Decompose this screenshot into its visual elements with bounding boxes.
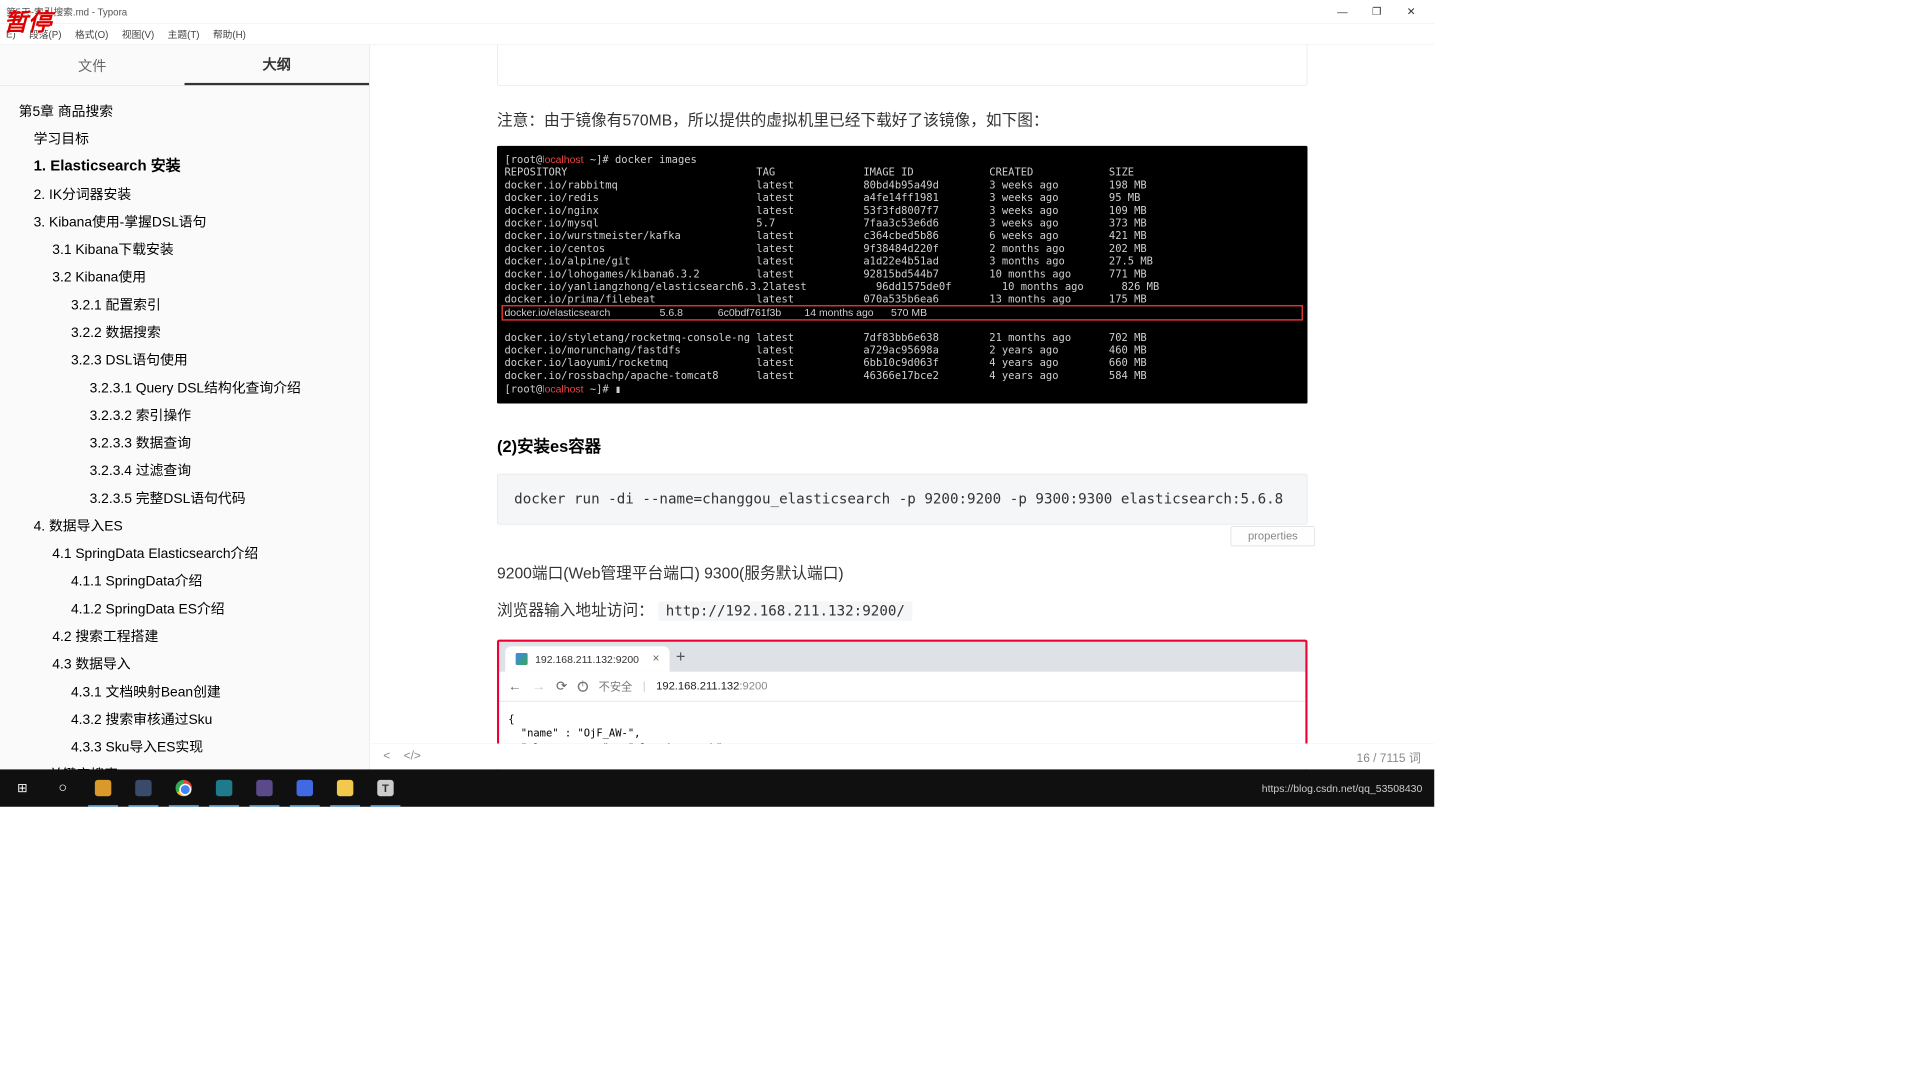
url-host: 192.168.211.132 — [656, 680, 739, 693]
browse-url: http://192.168.211.132:9200/ — [658, 601, 912, 620]
forward-icon: → — [532, 678, 545, 694]
outline-item[interactable]: 1. Elasticsearch 安装 — [19, 152, 369, 180]
code-block: docker run -di --name=changgou_elasticse… — [497, 474, 1307, 525]
back-icon[interactable]: ← — [508, 678, 521, 694]
site-info-icon[interactable] — [578, 681, 588, 691]
taskbar-typora[interactable]: T — [368, 769, 404, 806]
outline-item[interactable]: 4.1.1 SpringData介绍 — [19, 567, 369, 595]
outline-item[interactable]: 4.3 数据导入 — [19, 650, 369, 678]
outline-item[interactable]: 3.2.3.2 索引操作 — [19, 401, 369, 429]
taskbar-app[interactable] — [206, 769, 242, 806]
outline-item[interactable]: 3.2.3.3 数据查询 — [19, 429, 369, 457]
taskbar-chrome[interactable] — [166, 769, 202, 806]
outline-item[interactable]: 3. Kibana使用-掌握DSL语句 — [19, 208, 369, 236]
outline-item[interactable]: 5. 关键字搜索 — [19, 760, 369, 769]
outline-item[interactable]: 4.3.2 搜索审核通过Sku — [19, 705, 369, 733]
outline-item[interactable]: 3.1 Kibana下载安装 — [19, 235, 369, 263]
outline-item[interactable]: 3.2.3.5 完整DSL语句代码 — [19, 484, 369, 512]
outline-item[interactable]: 4.1.2 SpringData ES介绍 — [19, 595, 369, 623]
maximize-button[interactable]: ❐ — [1360, 0, 1394, 24]
outline-item[interactable]: 4.1 SpringData Elasticsearch介绍 — [19, 539, 369, 567]
start-button[interactable]: ⊞ — [4, 769, 40, 806]
menu-item[interactable]: 视图(V) — [122, 27, 154, 41]
notice-text: 注意：由于镜像有570MB，所以提供的虚拟机里已经下载好了该镜像，如下图： — [497, 108, 1307, 130]
browser-tab[interactable]: 192.168.211.132:9200 × — [505, 646, 670, 671]
tab-outline[interactable]: 大纲 — [185, 45, 370, 85]
browse-label: 浏览器输入地址访问： — [497, 602, 654, 619]
close-button[interactable]: ✕ — [1394, 0, 1428, 24]
taskbar-app[interactable] — [287, 769, 323, 806]
outline-item[interactable]: 3.2.2 数据搜索 — [19, 318, 369, 346]
outline-item[interactable]: 学习目标 — [19, 125, 369, 153]
url-port: :9200 — [739, 680, 767, 693]
outline-list: 第5章 商品搜索学习目标1. Elasticsearch 安装2. IK分词器安… — [0, 86, 369, 770]
minimize-button[interactable]: — — [1325, 0, 1359, 24]
source-mode-icon[interactable]: </> — [404, 750, 421, 763]
outline-item[interactable]: 4.3.1 文档映射Bean创建 — [19, 678, 369, 706]
outline-item[interactable]: 3.2.3 DSL语句使用 — [19, 346, 369, 374]
code-language-selector[interactable]: properties — [1231, 526, 1315, 546]
outline-item[interactable]: 3.2 Kibana使用 — [19, 263, 369, 291]
menu-item[interactable]: 主题(T) — [168, 27, 200, 41]
tab-close-icon[interactable]: × — [652, 652, 659, 665]
taskbar-app[interactable] — [125, 769, 161, 806]
reload-icon[interactable]: ⟳ — [556, 678, 567, 694]
cortana-icon[interactable]: ○ — [45, 769, 81, 806]
outline-item[interactable]: 3.2.1 配置索引 — [19, 291, 369, 319]
favicon-icon — [515, 653, 527, 665]
outline-item[interactable]: 第5章 商品搜索 — [19, 97, 369, 125]
word-count[interactable]: 16 / 7115 词 — [1357, 748, 1421, 766]
address-url[interactable]: 192.168.211.132:9200 — [656, 680, 767, 693]
pause-overlay: 暂停 — [4, 4, 52, 38]
windows-taskbar: ⊞ ○ T https://blog.csdn.net/qq_53508430 — [0, 769, 1434, 806]
toggle-sidebar-icon[interactable]: < — [383, 750, 390, 763]
outline-item[interactable]: 4.2 搜索工程搭建 — [19, 622, 369, 650]
editor-content[interactable]: 注意：由于镜像有570MB，所以提供的虚拟机里已经下载好了该镜像，如下图： [r… — [370, 45, 1434, 770]
menu-bar: E) 段落(P) 格式(O) 视图(V) 主题(T) 帮助(H) — [0, 24, 1434, 45]
browse-line: 浏览器输入地址访问： http://192.168.211.132:9200/ — [497, 598, 1307, 620]
taskbar-app[interactable] — [247, 769, 283, 806]
taskbar-app[interactable] — [85, 769, 121, 806]
outline-item[interactable]: 3.2.3.4 过滤查询 — [19, 456, 369, 484]
outline-item[interactable]: 3.2.3.1 Query DSL结构化查询介绍 — [19, 374, 369, 402]
watermark: https://blog.csdn.net/qq_53508430 — [1262, 782, 1422, 794]
taskbar-folder[interactable] — [327, 769, 363, 806]
unsafe-label: 不安全 — [598, 678, 632, 694]
sidebar: 文件 大纲 第5章 商品搜索学习目标1. Elasticsearch 安装2. … — [0, 45, 370, 770]
outline-item[interactable]: 4.3.3 Sku导入ES实现 — [19, 733, 369, 761]
outline-item[interactable]: 2. IK分词器安装 — [19, 180, 369, 208]
title-bar: 第5天-索引搜索.md - Typora — ❐ ✕ — [0, 0, 1434, 24]
code-block-top — [497, 45, 1307, 86]
status-bar: < </> 16 / 7115 词 — [370, 743, 1434, 769]
menu-item[interactable]: 格式(O) — [75, 27, 108, 41]
section-heading: (2)安装es容器 — [497, 433, 1307, 457]
new-tab-button[interactable]: + — [676, 647, 686, 666]
terminal-output: [root@localhost ~]# docker images REPOSI… — [497, 146, 1307, 404]
ports-text: 9200端口(Web管理平台端口) 9300(服务默认端口) — [497, 561, 1307, 583]
tab-files[interactable]: 文件 — [0, 45, 185, 85]
outline-item[interactable]: 4. 数据导入ES — [19, 512, 369, 540]
menu-item[interactable]: 帮助(H) — [213, 27, 246, 41]
window-title: 第5天-索引搜索.md - Typora — [6, 4, 1325, 18]
browser-tab-title: 192.168.211.132:9200 — [535, 653, 639, 665]
